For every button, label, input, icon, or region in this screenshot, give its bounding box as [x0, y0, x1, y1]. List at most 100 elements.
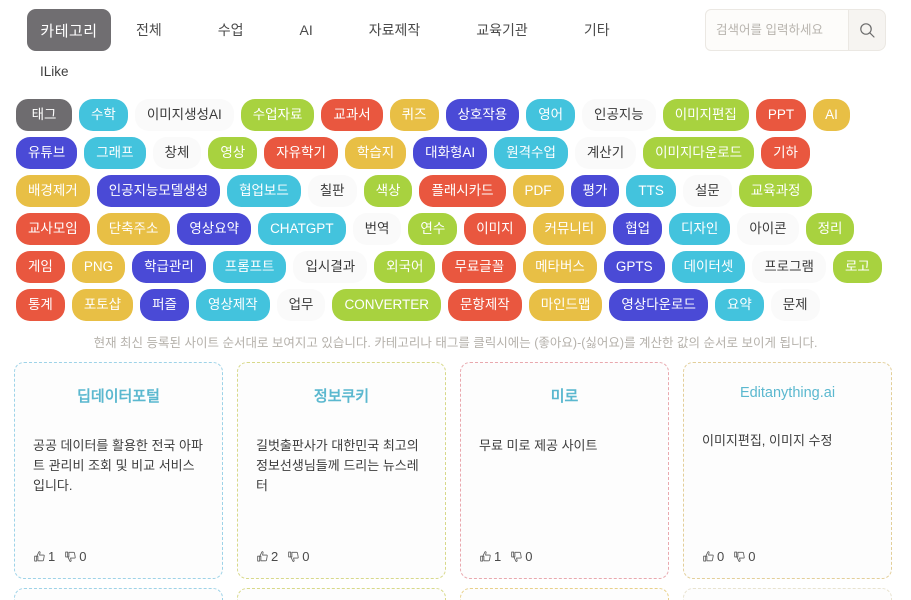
like-count: 0 [717, 549, 725, 564]
tag-chip[interactable]: PPT [755, 99, 807, 131]
like-stat[interactable]: 1 [33, 549, 55, 564]
tag-chip[interactable]: 단축주소 [96, 213, 171, 245]
tag-chip[interactable]: 자유학기 [264, 137, 338, 169]
tag-chip[interactable]: 로고 [832, 251, 882, 283]
like-stat[interactable]: 1 [479, 549, 501, 564]
dislike-count: 0 [525, 549, 533, 564]
tag-chip[interactable]: 학급관리 [132, 251, 206, 283]
tag-chip[interactable]: 퀴즈 [389, 99, 439, 131]
tag-chip[interactable]: 프롬프트 [212, 251, 287, 283]
search-button[interactable] [849, 9, 886, 51]
category-button[interactable]: 카테고리 [27, 9, 111, 51]
tag-chip[interactable]: 창체 [152, 137, 202, 169]
site-card[interactable] [460, 588, 669, 600]
site-card[interactable] [237, 588, 446, 600]
tag-chip[interactable]: 연수 [408, 213, 458, 245]
site-card[interactable] [14, 588, 223, 600]
tag-chip[interactable]: 문항제작 [448, 289, 522, 321]
like-stat[interactable]: 0 [702, 549, 724, 564]
dislike-stat[interactable]: 0 [287, 549, 309, 564]
tag-chip[interactable]: 게임 [16, 251, 65, 283]
site-card-title: 미로 [550, 388, 579, 405]
site-card[interactable]: 정보쿠키 길벗출판사가 대한민국 최고의 정보선생님들께 드리는 뉴스레터 2 0 [237, 362, 446, 579]
tag-chip[interactable]: 영상요약 [177, 213, 252, 245]
tag-chip[interactable]: 아이콘 [737, 213, 799, 245]
tag-chip[interactable]: 원격수업 [494, 137, 568, 169]
nav-item-0[interactable]: 전체 [130, 20, 168, 40]
tag-chip[interactable]: 교사모임 [16, 213, 90, 245]
site-card-stats: 10 [33, 549, 86, 564]
tag-chip[interactable]: 협업보드 [227, 175, 301, 207]
tag-chip[interactable]: 수업자료 [240, 99, 315, 131]
tag-chip[interactable]: 학습지 [344, 137, 407, 169]
tag-chip[interactable]: 교과서 [321, 99, 383, 131]
tag-chip[interactable]: 그래프 [84, 137, 146, 169]
tag-chip[interactable]: 영상제작 [195, 289, 270, 321]
tag-chip[interactable]: 수학 [79, 99, 128, 131]
tag-chip[interactable]: 디자인 [669, 213, 731, 245]
site-card[interactable] [683, 588, 892, 600]
tag-chip[interactable]: 영상 [208, 137, 258, 169]
tag-chip[interactable]: 계산기 [574, 137, 637, 169]
tag-chip[interactable]: 인공지능모델생성 [96, 175, 221, 207]
like-stat[interactable]: 2 [256, 549, 278, 564]
tag-chip[interactable]: 기하 [761, 137, 810, 169]
tag-chip[interactable]: 색상 [363, 175, 413, 207]
tag-chip[interactable]: 칠판 [307, 175, 357, 207]
tag-chip[interactable]: 평가 [570, 175, 620, 207]
tag-chip[interactable]: 퍼즐 [140, 289, 189, 321]
tag-chip[interactable]: 무료글꼴 [442, 251, 517, 283]
tag-chip[interactable]: 마인드맵 [528, 289, 603, 321]
nav-item-2[interactable]: AI [294, 22, 319, 38]
tag-chip[interactable]: 상호작용 [445, 99, 520, 131]
nav-item-1[interactable]: 수업 [212, 20, 250, 40]
tag-chip[interactable]: 설문 [682, 175, 732, 207]
tag-chip[interactable]: 커뮤니티 [532, 213, 607, 245]
search-input[interactable] [705, 9, 849, 51]
tag-chip[interactable]: 협업 [613, 213, 663, 245]
tag-chip[interactable]: 이미지다운로드 [643, 137, 755, 169]
tag-chip[interactable]: 교육과정 [738, 175, 813, 207]
tag-chip[interactable]: PDF [512, 175, 564, 207]
tag-chip[interactable]: 입시결과 [293, 251, 368, 283]
dislike-stat[interactable]: 0 [510, 549, 532, 564]
tag-chip[interactable]: 유튜브 [16, 137, 78, 169]
tag-chip[interactable]: 정리 [805, 213, 855, 245]
tag-chip[interactable]: 영어 [526, 99, 576, 131]
tag-chip[interactable]: 영상다운로드 [609, 289, 708, 321]
tag-chip[interactable]: 번역 [352, 213, 402, 245]
tag-chip[interactable]: 문제 [770, 289, 820, 321]
tag-chip[interactable]: 외국어 [374, 251, 436, 283]
site-card[interactable]: 미로무료 미로 제공 사이트 1 0 [460, 362, 669, 579]
site-card-description: 무료 미로 제공 사이트 [479, 438, 598, 453]
site-card[interactable]: Editanything.ai 이미지편집, 이미지 수정 0 0 [683, 362, 892, 579]
tag-chip[interactable]: 이미지 [464, 213, 526, 245]
dislike-stat[interactable]: 0 [64, 549, 86, 564]
tag-chip[interactable]: 업무 [276, 289, 326, 321]
tag-chip[interactable]: TTS [626, 175, 676, 207]
site-card[interactable]: 딥데이터포털 공공 데이터를 활용한 전국 아파트 관리비 조회 및 비교 서비스… [14, 362, 223, 579]
dislike-stat[interactable]: 0 [733, 549, 755, 564]
nav-item-4[interactable]: 교육기관 [470, 20, 534, 40]
tag-chip[interactable]: 포토샵 [71, 289, 134, 321]
tag-chip[interactable]: AI [813, 99, 850, 131]
tag-chip[interactable]: 요약 [714, 289, 764, 321]
site-card-stats: 20 [256, 549, 309, 564]
tag-chip[interactable]: 플래시카드 [419, 175, 506, 207]
tag-chip[interactable]: PNG [71, 251, 126, 283]
tag-chip[interactable]: 배경제거 [16, 175, 90, 207]
thumbs-up-icon [702, 550, 716, 564]
tag-chip[interactable]: 프로그램 [752, 251, 826, 283]
tag-chip[interactable]: 대화형AI [413, 137, 488, 169]
tag-chip[interactable]: CONVERTER [332, 289, 441, 321]
tag-chip[interactable]: CHATGPT [258, 213, 346, 245]
nav-item-3[interactable]: 자료제작 [363, 20, 427, 40]
tag-chip[interactable]: 이미지편집 [662, 99, 749, 131]
tag-chip[interactable]: 데이터셋 [671, 251, 746, 283]
nav-item-5[interactable]: 기타 [578, 20, 616, 40]
tag-chip[interactable]: 이미지생성AI [134, 99, 234, 131]
tag-chip[interactable]: 인공지능 [582, 99, 656, 131]
tag-chip[interactable]: 메타버스 [523, 251, 597, 283]
tag-chip[interactable]: 통계 [16, 289, 65, 321]
tag-chip[interactable]: GPTS [603, 251, 665, 283]
